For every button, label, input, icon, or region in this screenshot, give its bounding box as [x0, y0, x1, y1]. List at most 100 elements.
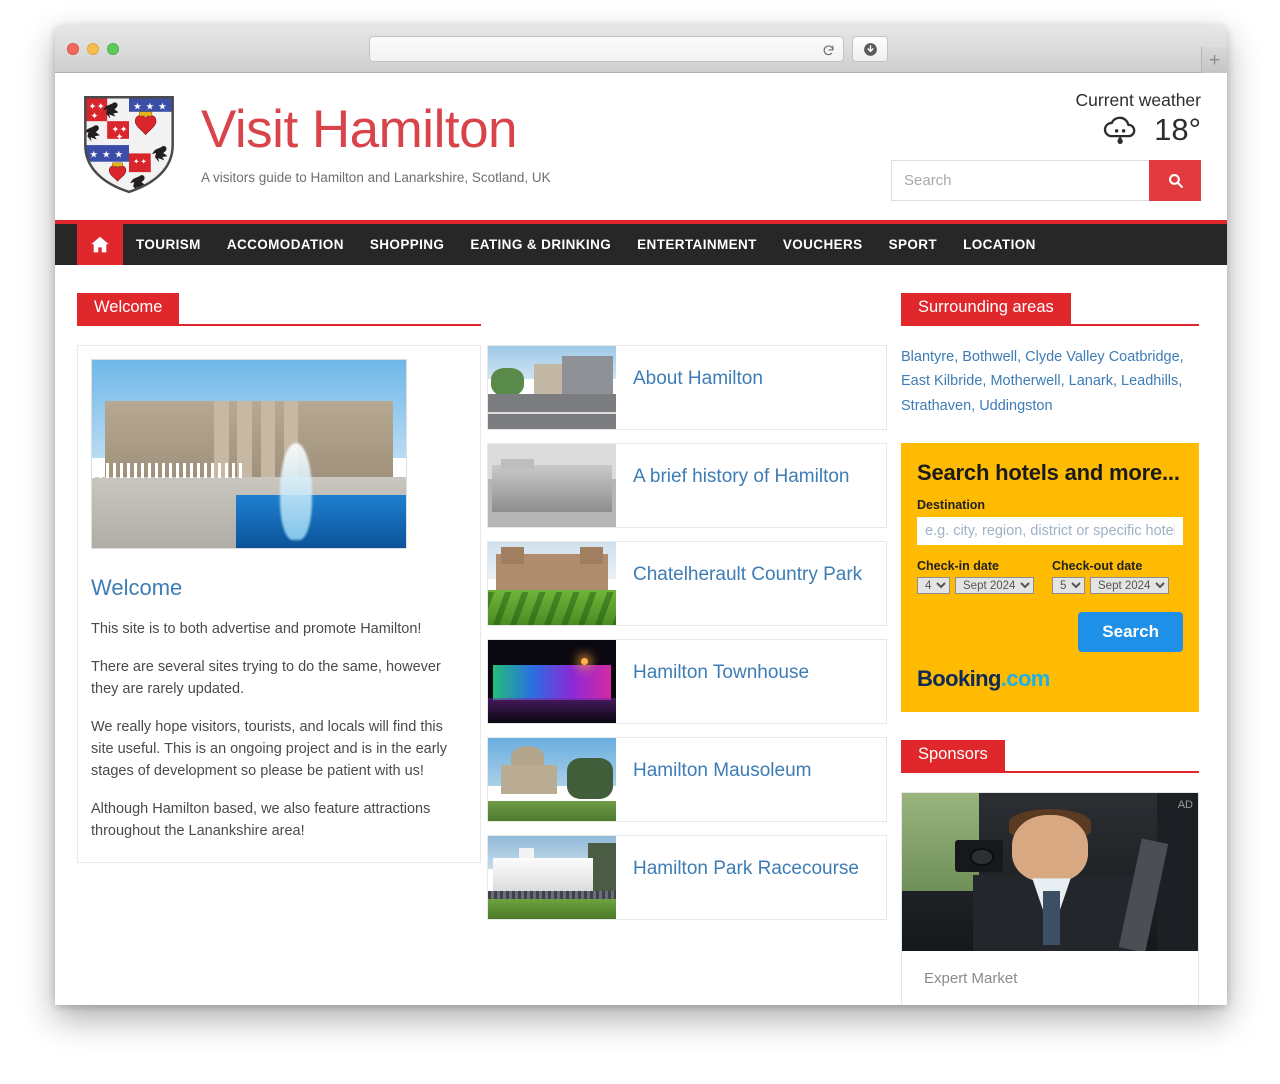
sponsors-section-title: Sponsors: [901, 740, 1005, 771]
ad-marker: AD: [1177, 799, 1193, 812]
new-tab-button[interactable]: +: [1201, 47, 1227, 73]
area-link-motherwell[interactable]: Motherwell: [990, 373, 1060, 389]
header-right: Current weather 18°: [891, 90, 1201, 201]
download-button[interactable]: [852, 36, 888, 62]
welcome-photo: [91, 359, 407, 549]
article-thumbnail: [488, 542, 616, 625]
article-list: About Hamilton A brief history of Hamilt…: [481, 293, 887, 1005]
address-bar[interactable]: [369, 36, 844, 62]
svg-text:✦: ✦: [140, 157, 146, 166]
checkin-day-select[interactable]: 4: [917, 577, 950, 595]
nav-item-vouchers[interactable]: VOUCHERS: [770, 224, 876, 265]
destination-input[interactable]: [917, 517, 1183, 546]
sponsor-card[interactable]: AD Expert Market: [901, 792, 1199, 1005]
download-icon: [863, 42, 877, 56]
checkout-day-select[interactable]: 5: [1052, 577, 1085, 595]
site-tagline: A visitors guide to Hamilton and Lanarks…: [201, 170, 551, 185]
nav-links: TOURISM ACCOMODATION SHOPPING EATING & D…: [123, 224, 1049, 265]
svg-text:✦: ✦: [115, 132, 123, 142]
article-link-chatelherault[interactable]: Chatelherault Country Park: [616, 542, 886, 625]
booking-dates: Check-in date 4 Sept 2024 Check-out date…: [917, 559, 1183, 595]
hamilton-coat-of-arms-icon: ✦✦ ✦ ★★★ ✦✦ ✦ ★★★ ✦✦ ✦✦: [84, 95, 174, 194]
main-navigation: TOURISM ACCOMODATION SHOPPING EATING & D…: [55, 220, 1227, 265]
booking-search-button[interactable]: Search: [1078, 612, 1183, 653]
search-submit-button[interactable]: [1149, 160, 1201, 201]
booking-logo-primary: Booking: [917, 666, 1001, 692]
welcome-column: Welcome Welcome This site is to both adv…: [77, 293, 481, 1005]
nav-home-button[interactable]: [77, 224, 123, 265]
booking-title: Search hotels and more...: [917, 460, 1180, 486]
article-link-mausoleum[interactable]: Hamilton Mausoleum: [616, 738, 886, 821]
article-item[interactable]: Hamilton Mausoleum: [487, 737, 887, 822]
nav-item-entertainment[interactable]: ENTERTAINMENT: [624, 224, 770, 265]
article-item[interactable]: A brief history of Hamilton: [487, 443, 887, 528]
area-link-blantyre[interactable]: Blantyre: [901, 349, 954, 365]
checkin-month-select[interactable]: Sept 2024: [955, 577, 1034, 595]
svg-text:✦: ✦: [133, 157, 139, 166]
booking-widget: Search hotels and more... Destination Ch…: [901, 443, 1199, 713]
article-item[interactable]: Chatelherault Country Park: [487, 541, 887, 626]
checkin-group: Check-in date 4 Sept 2024: [917, 559, 1034, 595]
booking-logo[interactable]: Booking.com: [917, 666, 1183, 692]
welcome-paragraph-2: There are several sites trying to do the…: [91, 659, 441, 698]
article-link-townhouse[interactable]: Hamilton Townhouse: [616, 640, 886, 723]
main-content: Welcome Welcome This site is to both adv…: [55, 265, 1227, 1005]
minimize-window-button[interactable]: [87, 43, 99, 55]
area-link-strathaven[interactable]: Strathaven: [901, 398, 971, 414]
area-link-bothwell[interactable]: Bothwell: [962, 349, 1017, 365]
svg-text:★: ★: [133, 102, 141, 112]
article-item[interactable]: Hamilton Townhouse: [487, 639, 887, 724]
nav-item-sport[interactable]: SPORT: [876, 224, 951, 265]
sponsors-section-header: Sponsors: [901, 740, 1199, 774]
checkout-month-select[interactable]: Sept 2024: [1090, 577, 1169, 595]
search-input[interactable]: [891, 160, 1149, 201]
article-item[interactable]: About Hamilton: [487, 345, 887, 430]
article-item[interactable]: Hamilton Park Racecourse: [487, 835, 887, 920]
sponsor-name: Expert Market: [924, 970, 1018, 988]
area-link-leadhills[interactable]: Leadhills: [1121, 373, 1178, 389]
nav-item-location[interactable]: LOCATION: [950, 224, 1049, 265]
svg-text:★: ★: [114, 150, 122, 160]
rain-cloud-icon: [1103, 116, 1136, 144]
welcome-paragraph-4: Although Hamilton based, we also feature…: [91, 801, 431, 840]
site-search: [891, 160, 1201, 201]
area-link-lanark[interactable]: Lanark: [1069, 373, 1113, 389]
article-thumbnail: [488, 346, 616, 429]
checkout-label: Check-out date: [1052, 559, 1143, 574]
maximize-window-button[interactable]: [107, 43, 119, 55]
nav-item-tourism[interactable]: TOURISM: [123, 224, 214, 265]
svg-text:★: ★: [146, 102, 154, 112]
browser-window: + ✦ ✦ ✦ ★ ★ ★ ✦ ✦ ✦ ★ ★ ★ ✦ ✦ Visit Hami…: [55, 25, 1227, 1005]
nav-item-shopping[interactable]: SHOPPING: [357, 224, 457, 265]
svg-text:★: ★: [89, 150, 97, 160]
area-link-clyde-valley[interactable]: Clyde Valley: [1025, 349, 1105, 365]
article-link-about-hamilton[interactable]: About Hamilton: [616, 346, 886, 429]
destination-label: Destination: [917, 498, 986, 513]
booking-logo-suffix: .com: [1000, 666, 1051, 692]
areas-section-title: Surrounding areas: [901, 293, 1071, 324]
area-link-east-kilbride[interactable]: East Kilbride: [901, 373, 982, 389]
article-thumbnail: [488, 836, 616, 919]
checkin-label: Check-in date: [917, 559, 999, 574]
weather-label: Current weather: [1075, 90, 1201, 110]
article-link-racecourse[interactable]: Hamilton Park Racecourse: [616, 836, 886, 919]
area-link-coatbridge[interactable]: Coatbridge: [1109, 349, 1180, 365]
nav-item-accomodation[interactable]: ACCOMODATION: [214, 224, 357, 265]
reload-icon[interactable]: [819, 41, 837, 59]
welcome-section-header: Welcome: [77, 293, 481, 326]
window-controls: [67, 43, 119, 55]
browser-titlebar: +: [55, 25, 1227, 73]
page-viewport: ✦✦ ✦ ★★★ ✦✦ ✦ ★★★ ✦✦ ✦✦: [55, 73, 1227, 1005]
sidebar: Surrounding areas Blantyre, Bothwell, Cl…: [887, 293, 1199, 1005]
brand[interactable]: ✦✦ ✦ ★★★ ✦✦ ✦ ★★★ ✦✦ ✦✦: [75, 91, 551, 195]
areas-section-header: Surrounding areas: [901, 293, 1199, 326]
article-link-brief-history[interactable]: A brief history of Hamilton: [616, 444, 886, 527]
area-link-uddingston[interactable]: Uddingston: [979, 398, 1052, 414]
site-header: ✦✦ ✦ ★★★ ✦✦ ✦ ★★★ ✦✦ ✦✦: [55, 73, 1227, 220]
svg-text:✦: ✦: [91, 111, 99, 121]
close-window-button[interactable]: [67, 43, 79, 55]
home-icon: [91, 236, 109, 252]
checkout-group: Check-out date 5 Sept 2024: [1052, 559, 1169, 595]
svg-text:★: ★: [102, 150, 110, 160]
nav-item-eating-and-drinking[interactable]: EATING & DRINKING: [457, 224, 624, 265]
